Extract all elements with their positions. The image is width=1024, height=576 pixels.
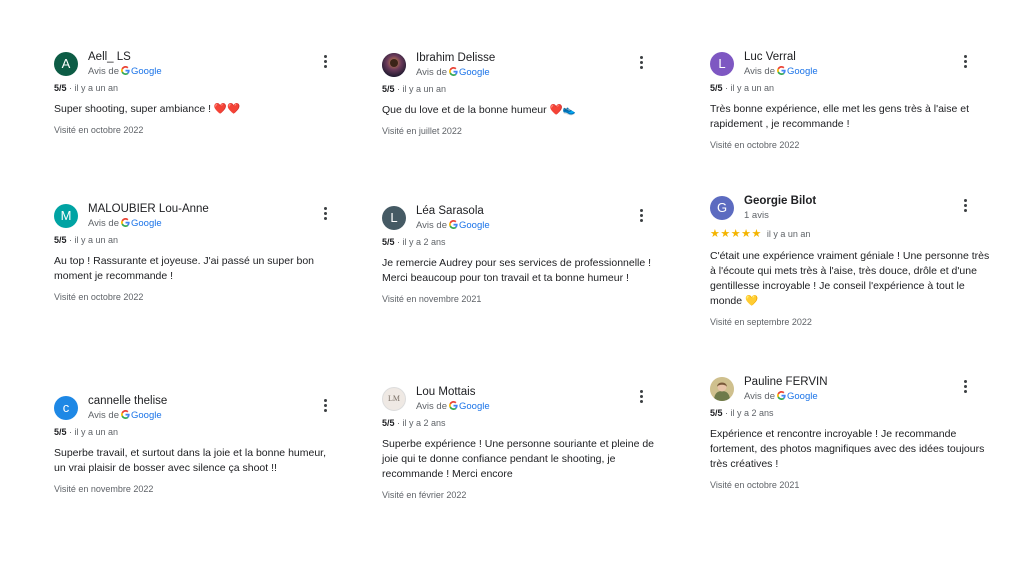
review-meta: 5/5 · il y a 2 ans <box>382 237 446 247</box>
review-card: L Luc Verral Avis de Google 5/5 · il y a … <box>710 50 990 150</box>
avatar[interactable]: M <box>54 204 78 228</box>
reviewer-name[interactable]: Aell_ LS <box>88 51 131 63</box>
visit-date: Visité en février 2022 <box>382 490 467 500</box>
avatar[interactable]: LM <box>382 387 406 411</box>
more-options-icon[interactable] <box>634 387 648 407</box>
review-card: LM Lou Mottais Avis de Google 5/5 · il y … <box>382 385 662 500</box>
review-count: 1 avis <box>744 210 769 221</box>
review-text: Au top ! Rassurante et joyeuse. J'ai pas… <box>54 255 314 282</box>
reviewer-name[interactable]: Lou Mottais <box>416 386 475 398</box>
review-text: Je remercie Audrey pour ses services de … <box>382 257 652 284</box>
visit-date: Visité en octobre 2022 <box>54 292 144 302</box>
avatar[interactable]: G <box>710 196 734 220</box>
reviewer-name[interactable]: cannelle thelise <box>88 395 167 407</box>
star-rating: ★★★★★ <box>710 228 762 240</box>
reviewer-name[interactable]: Pauline FERVIN <box>744 376 828 388</box>
review-card: G Georgie Bilot 1 avis ★★★★★ il y a un a… <box>710 194 990 327</box>
review-text: C'était une expérience vraiment géniale … <box>710 250 990 307</box>
review-source: Avis de Google <box>744 66 818 78</box>
reviewer-name[interactable]: Léa Sarasola <box>416 205 484 217</box>
review-source: Avis de Google <box>88 410 162 422</box>
google-g-icon <box>448 401 458 413</box>
review-text: Très bonne expérience, elle met les gens… <box>710 103 970 130</box>
review-meta: 5/5 · il y a un an <box>54 235 119 245</box>
more-options-icon[interactable] <box>318 52 332 72</box>
review-text: Que du love et de la bonne humeur ❤️👟 <box>382 104 576 116</box>
google-g-icon <box>776 391 786 403</box>
google-g-icon <box>448 220 458 232</box>
review-meta: 5/5 · il y a un an <box>382 84 447 94</box>
photo-avatar-icon[interactable] <box>382 53 406 77</box>
review-source: Avis de Google <box>416 220 490 232</box>
visit-date: Visité en novembre 2021 <box>382 294 482 304</box>
more-options-icon[interactable] <box>634 206 648 226</box>
review-source: Avis de Google <box>416 67 490 79</box>
visit-date: Visité en octobre 2021 <box>710 480 800 490</box>
reviewer-name[interactable]: Luc Verral <box>744 51 796 63</box>
review-card: c cannelle thelise Avis de Google 5/5 · i… <box>54 394 334 494</box>
review-meta: 5/5 · il y a un an <box>54 427 119 437</box>
more-options-icon[interactable] <box>958 377 972 397</box>
review-meta: 5/5 · il y a 2 ans <box>710 408 774 418</box>
visit-date: Visité en octobre 2022 <box>710 140 800 150</box>
google-g-icon <box>120 218 130 230</box>
review-card: M MALOUBIER Lou-Anne Avis de Google 5/5 ·… <box>54 202 334 302</box>
reviewer-name[interactable]: Georgie Bilot <box>744 195 816 207</box>
reviewer-name[interactable]: MALOUBIER Lou-Anne <box>88 203 209 215</box>
google-g-icon <box>448 67 458 79</box>
more-options-icon[interactable] <box>958 196 972 216</box>
avatar[interactable]: L <box>382 206 406 230</box>
review-source: Avis de Google <box>88 66 162 78</box>
avatar[interactable]: L <box>710 52 734 76</box>
review-meta: 5/5 · il y a un an <box>54 83 119 93</box>
avatar[interactable]: A <box>54 52 78 76</box>
avatar[interactable]: c <box>54 396 78 420</box>
review-meta: 5/5 · il y a un an <box>710 83 775 93</box>
photo-avatar-icon[interactable] <box>710 377 734 401</box>
visit-date: Visité en novembre 2022 <box>54 484 154 494</box>
review-text: Superbe travail, et surtout dans la joie… <box>54 447 327 474</box>
review-text: Super shooting, super ambiance ! ❤️❤️ <box>54 103 241 115</box>
review-source: Avis de Google <box>88 218 162 230</box>
google-g-icon <box>120 66 130 78</box>
more-options-icon[interactable] <box>318 204 332 224</box>
review-card: Pauline FERVIN Avis de Google 5/5 · il y … <box>710 375 990 490</box>
review-text: Expérience et rencontre incroyable ! Je … <box>710 428 985 470</box>
review-source: Avis de Google <box>416 401 490 413</box>
review-card: L Léa Sarasola Avis de Google 5/5 · il y … <box>382 204 662 304</box>
more-options-icon[interactable] <box>634 53 648 73</box>
google-g-icon <box>120 410 130 422</box>
visit-date: Visité en septembre 2022 <box>710 317 812 327</box>
google-g-icon <box>776 66 786 78</box>
visit-date: Visité en octobre 2022 <box>54 125 144 135</box>
visit-date: Visité en juillet 2022 <box>382 126 462 136</box>
review-source: Avis de Google <box>744 391 818 403</box>
more-options-icon[interactable] <box>958 52 972 72</box>
review-card: A Aell_ LS Avis de Google 5/5 · il y a un… <box>54 50 334 135</box>
review-meta: 5/5 · il y a 2 ans <box>382 418 446 428</box>
reviewer-name[interactable]: Ibrahim Delisse <box>416 52 495 64</box>
review-text: Superbe expérience ! Une personne souria… <box>382 438 655 480</box>
more-options-icon[interactable] <box>318 396 332 416</box>
review-card: Ibrahim Delisse Avis de Google 5/5 · il y… <box>382 51 662 136</box>
review-meta: ★★★★★ il y a un an <box>710 228 811 240</box>
